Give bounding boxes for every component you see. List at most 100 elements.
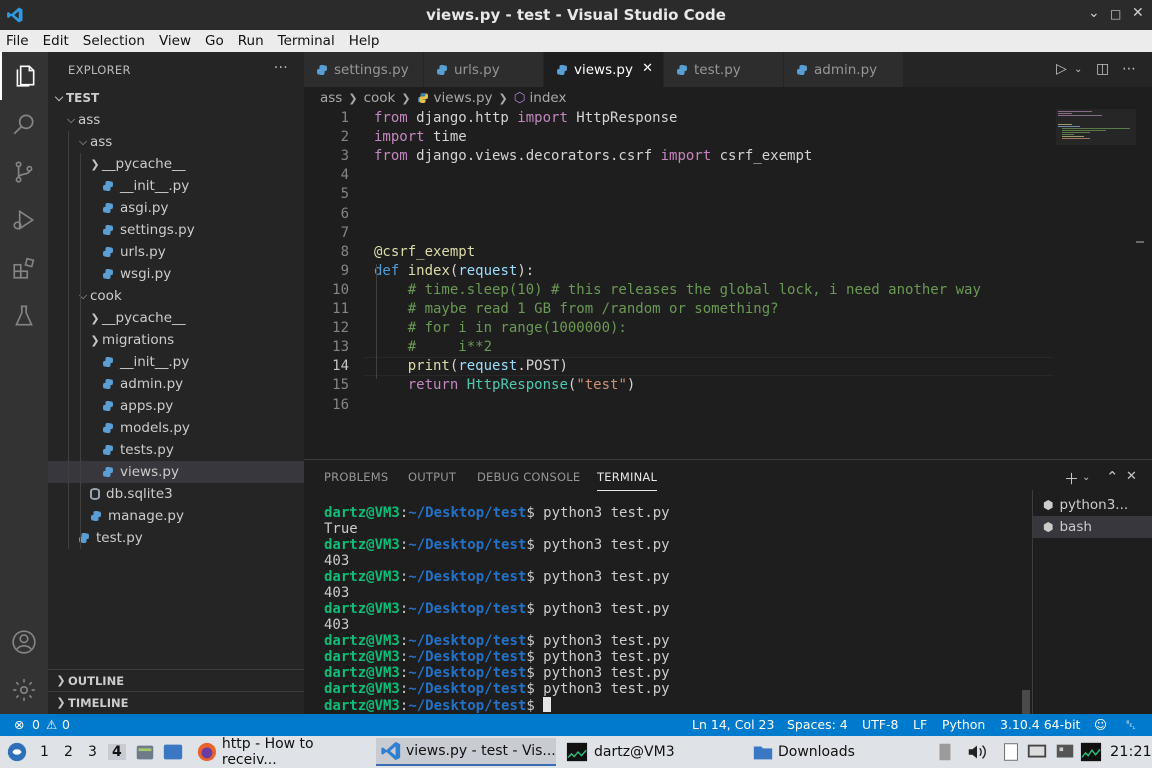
cursor-position[interactable]: Ln 14, Col 23 [692, 717, 774, 732]
workspace-3[interactable]: 3 [88, 744, 97, 760]
panel-tab-output[interactable]: OUTPUT [408, 470, 456, 484]
tree-item[interactable]: settings.py [48, 219, 304, 241]
outline-section[interactable]: ❯ OUTLINE [48, 669, 304, 691]
indentation[interactable]: Spaces: 4 [787, 717, 848, 732]
tree-item[interactable]: ❯ migrations [48, 329, 304, 351]
tree-item[interactable]: test.py [48, 527, 304, 549]
start-menu-icon[interactable] [6, 741, 28, 763]
terminal-scrollbar[interactable] [1022, 690, 1030, 714]
tree-item[interactable]: wsgi.py [48, 263, 304, 285]
warnings-count[interactable]: 0 [62, 717, 70, 732]
run-debug-icon[interactable] [0, 196, 48, 244]
explorer-root-folder[interactable]: ⌵ TEST [48, 87, 304, 109]
menu-help[interactable]: Help [349, 33, 380, 49]
file-manager-icon[interactable] [134, 741, 156, 763]
new-terminal-icon[interactable]: ＋ [1064, 468, 1079, 489]
editor-tab[interactable]: views.py ✕ [544, 52, 664, 87]
terminal-dropdown-icon[interactable]: ⌄ [1082, 472, 1090, 483]
editor-more-icon[interactable]: ⋯ [1122, 61, 1136, 77]
maximize-panel-icon[interactable]: ⌃ [1106, 468, 1119, 486]
timeline-section[interactable]: ❯ TIMELINE [48, 691, 304, 713]
settings-gear-icon[interactable] [0, 666, 48, 714]
tree-item[interactable]: __init__.py [48, 351, 304, 373]
editor-tab[interactable]: settings.py [304, 52, 424, 87]
tree-item[interactable]: __init__.py [48, 175, 304, 197]
run-file-icon[interactable]: ▷ [1056, 61, 1067, 77]
testing-icon[interactable] [0, 292, 48, 340]
remote-indicator-icon[interactable]: ⊗ [14, 717, 24, 732]
clipboard-icon[interactable] [934, 741, 956, 763]
close-icon[interactable]: ✕ [1132, 5, 1144, 21]
workspace-1[interactable]: 1 [40, 744, 49, 760]
notifications-bell-icon[interactable]: ␇ [1126, 717, 1136, 733]
python-interpreter[interactable]: 3.10.4 64-bit [1000, 717, 1080, 732]
taskbar-downloads-window[interactable]: Downloads [748, 738, 928, 766]
taskbar-firefox-window[interactable]: http - How to receiv... [192, 736, 372, 768]
search-icon[interactable] [0, 100, 48, 148]
feedback-icon[interactable]: ☺ [1094, 717, 1107, 732]
explorer-icon[interactable] [0, 52, 48, 100]
panel-tab-debug-console[interactable]: DEBUG CONSOLE [477, 470, 580, 484]
encoding[interactable]: UTF-8 [862, 717, 898, 732]
menu-edit[interactable]: Edit [43, 33, 69, 49]
language-mode[interactable]: Python [942, 717, 985, 732]
volume-icon[interactable] [966, 741, 988, 763]
taskbar-vscode-window[interactable]: views.py - test - Vis... [376, 738, 556, 766]
maximize-icon[interactable]: □ [1110, 7, 1121, 21]
tree-item[interactable]: urls.py [48, 241, 304, 263]
tree-item[interactable]: models.py [48, 417, 304, 439]
menu-run[interactable]: Run [238, 33, 264, 49]
terminal-instance[interactable]: ⬢ python3... [1033, 494, 1152, 516]
extensions-icon[interactable] [0, 244, 48, 292]
menu-go[interactable]: Go [205, 33, 224, 49]
breadcrumb-folder[interactable]: ass [320, 90, 342, 106]
tree-item[interactable]: db.sqlite3 [48, 483, 304, 505]
close-tab-icon[interactable]: ✕ [642, 61, 653, 76]
system-monitor-icon[interactable] [1080, 741, 1102, 763]
display-icon[interactable] [1026, 741, 1048, 763]
more-actions-icon[interactable]: ··· [274, 60, 288, 76]
minimap[interactable] [1056, 109, 1136, 149]
tree-item[interactable]: tests.py [48, 439, 304, 461]
editor-tab[interactable]: admin.py [784, 52, 904, 87]
tree-item[interactable]: ⌵ ass [48, 131, 304, 153]
menu-view[interactable]: View [159, 33, 191, 49]
workspace-4[interactable]: 4 [108, 744, 126, 760]
panel-tab-terminal[interactable]: TERMINAL [597, 470, 658, 491]
accounts-icon[interactable] [0, 618, 48, 666]
notes-icon[interactable] [1000, 741, 1022, 763]
tree-item[interactable]: ❯ __pycache__ [48, 153, 304, 175]
close-panel-icon[interactable]: ✕ [1126, 469, 1137, 484]
split-editor-icon[interactable]: ◫ [1096, 61, 1109, 77]
tree-item[interactable]: ❯ __pycache__ [48, 307, 304, 329]
errors-count[interactable]: 0 [32, 717, 40, 732]
panel-tab-problems[interactable]: PROBLEMS [324, 470, 388, 484]
tree-item[interactable]: ⌵ ass [48, 109, 304, 131]
tree-item[interactable]: views.py [48, 461, 304, 483]
taskbar-terminal-window[interactable]: dartz@VM3 [562, 738, 742, 766]
code-line: # i**2 [407, 339, 493, 356]
tree-item[interactable]: admin.py [48, 373, 304, 395]
minimize-icon[interactable]: ⌄ [1088, 5, 1100, 21]
menu-terminal[interactable]: Terminal [278, 33, 335, 49]
run-dropdown-icon[interactable]: ⌄ [1074, 64, 1082, 75]
menu-file[interactable]: File [6, 33, 29, 49]
editor-tab[interactable]: urls.py [424, 52, 544, 87]
tree-item[interactable]: apps.py [48, 395, 304, 417]
code-editor[interactable]: 1 from django.http import HttpResponse 2 im… [304, 109, 1152, 459]
editor-tab[interactable]: test.py [664, 52, 784, 87]
breadcrumb-folder[interactable]: cook [364, 90, 396, 106]
code-line: # time.sleep(10) # this releases the glo… [407, 281, 981, 298]
workspace-2[interactable]: 2 [64, 744, 73, 760]
terminal-instance[interactable]: ⬢ bash [1033, 516, 1152, 538]
network-icon[interactable] [1054, 741, 1076, 763]
menu-selection[interactable]: Selection [83, 33, 145, 49]
tree-item[interactable]: asgi.py [48, 197, 304, 219]
source-control-icon[interactable] [0, 148, 48, 196]
breadcrumb-symbol[interactable]: index [530, 90, 567, 106]
end-of-line[interactable]: LF [913, 717, 927, 732]
show-desktop-icon[interactable] [162, 741, 184, 763]
tree-item[interactable]: manage.py [48, 505, 304, 527]
tree-item[interactable]: ⌵ cook [48, 285, 304, 307]
breadcrumb-file[interactable]: views.py [434, 90, 493, 106]
